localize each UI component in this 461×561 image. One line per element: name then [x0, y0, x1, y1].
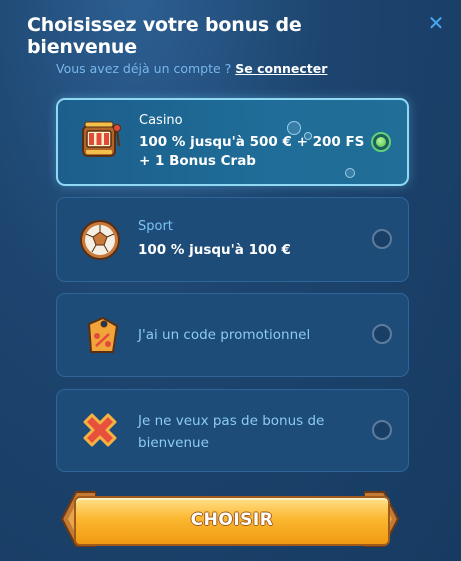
- option-label: Casino: [139, 113, 183, 128]
- bubble-decoration: [345, 168, 355, 178]
- option-text-line1: Je ne veux pas de bonus de: [138, 413, 325, 429]
- bonus-option-sport[interactable]: Sport 100 % jusqu'à 100 €: [56, 197, 409, 282]
- option-label: Sport: [138, 219, 173, 234]
- bubble-decoration: [287, 121, 301, 135]
- red-cross-icon: [83, 413, 117, 447]
- radio-unselected[interactable]: [372, 420, 392, 440]
- option-desc-line2: + 1 Bonus Crab: [139, 153, 256, 169]
- option-text-line2: bienvenue: [138, 435, 209, 451]
- option-text: J'ai un code promotionnel: [138, 327, 311, 343]
- slot-machine-icon: [82, 121, 121, 157]
- percent-tag-icon: [87, 316, 119, 353]
- login-prompt: Vous avez déjà un compte ?: [56, 61, 232, 76]
- radio-selected[interactable]: [371, 132, 391, 152]
- choose-button-frame: CHOISIR: [60, 488, 400, 550]
- login-link[interactable]: Se connecter: [235, 61, 327, 76]
- bubble-decoration: [304, 132, 312, 140]
- bonus-option-promo-code[interactable]: J'ai un code promotionnel: [56, 293, 409, 377]
- bonus-option-no-bonus[interactable]: Je ne veux pas de bonus de bienvenue: [56, 389, 409, 472]
- page-title: Choisissez votre bonus de bienvenue: [27, 14, 302, 58]
- radio-unselected[interactable]: [372, 229, 392, 249]
- option-desc-line1: 100 % jusqu'à 500 € + 200 FS: [139, 134, 365, 150]
- soccer-ball-icon: [80, 220, 120, 260]
- bonus-option-casino[interactable]: Casino 100 % jusqu'à 500 € + 200 FS + 1 …: [56, 98, 409, 186]
- option-desc: 100 % jusqu'à 100 €: [138, 242, 291, 258]
- choose-button[interactable]: CHOISIR: [74, 496, 390, 546]
- radio-unselected[interactable]: [372, 324, 392, 344]
- login-line: Vous avez déjà un compte ? Se connecter: [56, 61, 327, 76]
- close-icon[interactable]: ✕: [427, 13, 445, 33]
